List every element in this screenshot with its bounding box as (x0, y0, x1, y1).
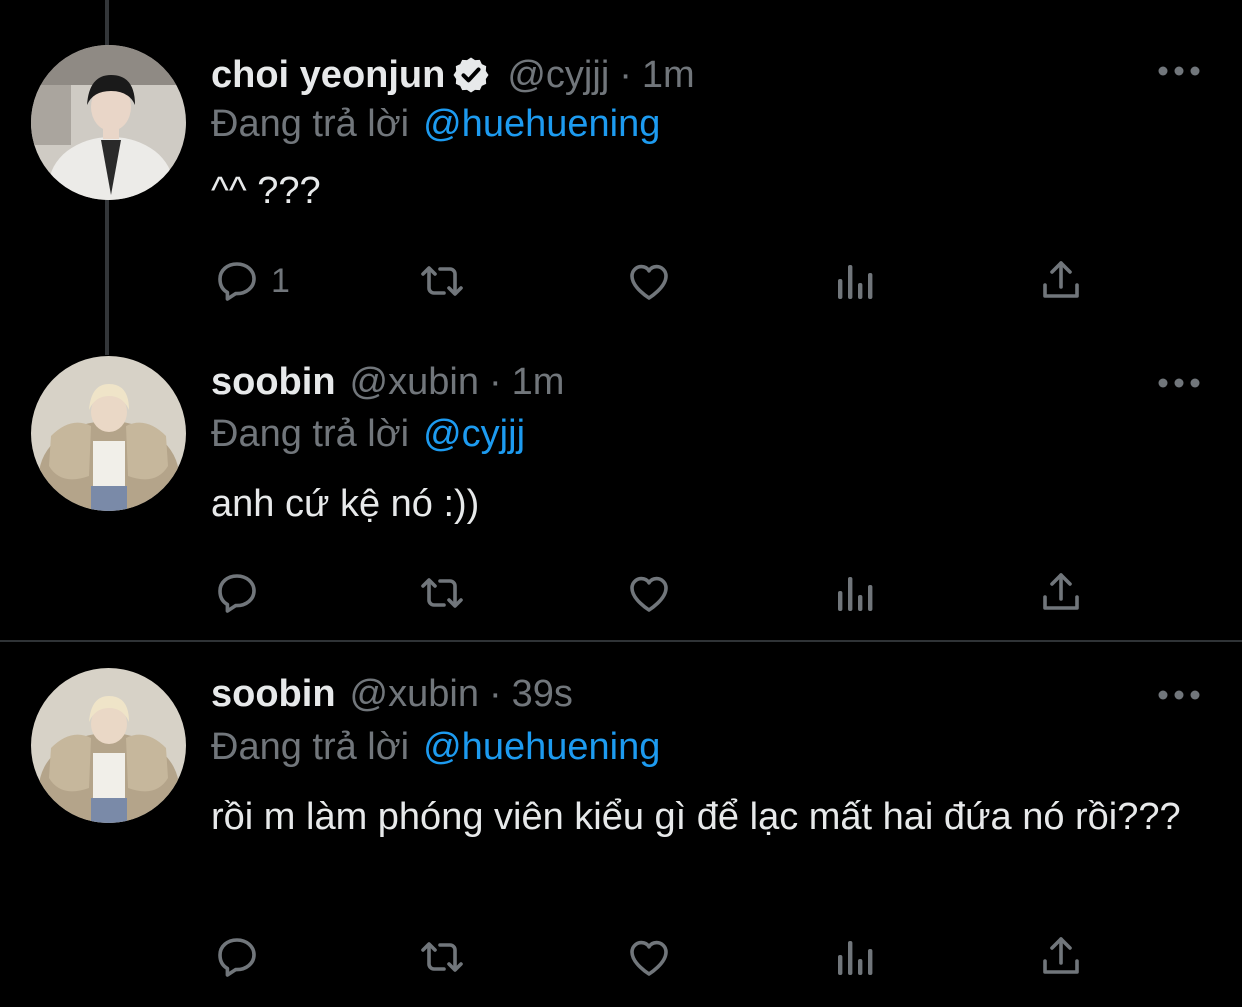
retweet-button[interactable] (418, 256, 466, 306)
share-button[interactable] (1037, 256, 1085, 306)
tweet-text: ^^ ??? (211, 170, 321, 212)
replying-to: Đang trả lời @cyjjj (211, 409, 525, 459)
like-button[interactable] (625, 568, 673, 618)
display-name[interactable]: soobin (211, 673, 336, 716)
retweet-icon (418, 933, 466, 981)
retweet-icon (418, 257, 466, 305)
reply-count: 1 (271, 261, 290, 300)
timestamp[interactable]: 1m (642, 54, 695, 97)
meta-separator: · (488, 360, 502, 403)
replying-to: Đang trả lời @huehuening (211, 722, 660, 772)
timestamp[interactable]: 39s (512, 673, 573, 716)
reply-icon (213, 257, 261, 305)
tweet-header: soobin @xubin · 39s (211, 669, 573, 719)
avatar[interactable] (31, 45, 186, 200)
avatar[interactable] (31, 668, 186, 823)
tweet[interactable]: choi yeonjun @cyjjj · 1m Đang trả lời @h… (0, 0, 1242, 328)
share-button[interactable] (1037, 932, 1085, 982)
like-icon (625, 933, 673, 981)
views-button[interactable] (832, 568, 880, 618)
avatar[interactable] (31, 356, 186, 511)
meta-separator: · (488, 672, 502, 715)
tweet-header: choi yeonjun @cyjjj · 1m (211, 50, 695, 100)
like-button[interactable] (625, 256, 673, 306)
views-icon (832, 257, 880, 305)
replying-to: Đang trả lời @huehuening (211, 99, 660, 149)
user-handle[interactable]: @cyjjj (507, 54, 609, 97)
more-options-icon[interactable] (1158, 64, 1200, 78)
reply-button[interactable] (213, 932, 271, 982)
more-options-icon[interactable] (1158, 688, 1200, 702)
views-icon (832, 569, 880, 617)
meta-separator: · (619, 53, 632, 96)
reply-icon (213, 569, 261, 617)
verified-badge-icon (451, 55, 491, 95)
user-handle[interactable]: @xubin (350, 673, 479, 716)
reply-button[interactable] (213, 568, 271, 618)
replying-label: Đang trả lời (211, 412, 410, 455)
display-name[interactable]: choi yeonjun (211, 54, 445, 97)
share-icon (1037, 257, 1085, 305)
tweet-header: soobin @xubin · 1m (211, 357, 564, 407)
reply-button[interactable]: 1 (213, 256, 290, 306)
replying-label: Đang trả lời (211, 725, 410, 768)
tweet[interactable]: soobin @xubin · 39s Đang trả lời @huehue… (0, 642, 1242, 1007)
timestamp[interactable]: 1m (512, 361, 565, 404)
display-name[interactable]: soobin (211, 361, 336, 404)
tweet-text: rồi m làm phóng viên kiểu gì để lạc mất … (211, 796, 1181, 838)
views-icon (832, 933, 880, 981)
like-icon (625, 257, 673, 305)
mention-link[interactable]: @huehuening (423, 726, 660, 769)
like-button[interactable] (625, 932, 673, 982)
retweet-button[interactable] (418, 568, 466, 618)
views-button[interactable] (832, 256, 880, 306)
tweet-text: anh cứ kệ nó :)) (211, 483, 480, 525)
more-options-icon[interactable] (1158, 376, 1200, 390)
tweet[interactable]: soobin @xubin · 1m Đang trả lời @cyjjj a… (0, 328, 1242, 640)
reply-icon (213, 933, 261, 981)
retweet-icon (418, 569, 466, 617)
share-button[interactable] (1037, 568, 1085, 618)
share-icon (1037, 933, 1085, 981)
mention-link[interactable]: @huehuening (423, 103, 660, 146)
retweet-button[interactable] (418, 932, 466, 982)
replying-label: Đang trả lời (211, 102, 410, 145)
tweet-actions (0, 932, 1242, 982)
share-icon (1037, 569, 1085, 617)
mention-link[interactable]: @cyjjj (423, 413, 525, 456)
views-button[interactable] (832, 932, 880, 982)
tweet-actions (0, 568, 1242, 618)
tweet-actions: 1 (0, 256, 1242, 306)
like-icon (625, 569, 673, 617)
user-handle[interactable]: @xubin (350, 361, 479, 404)
